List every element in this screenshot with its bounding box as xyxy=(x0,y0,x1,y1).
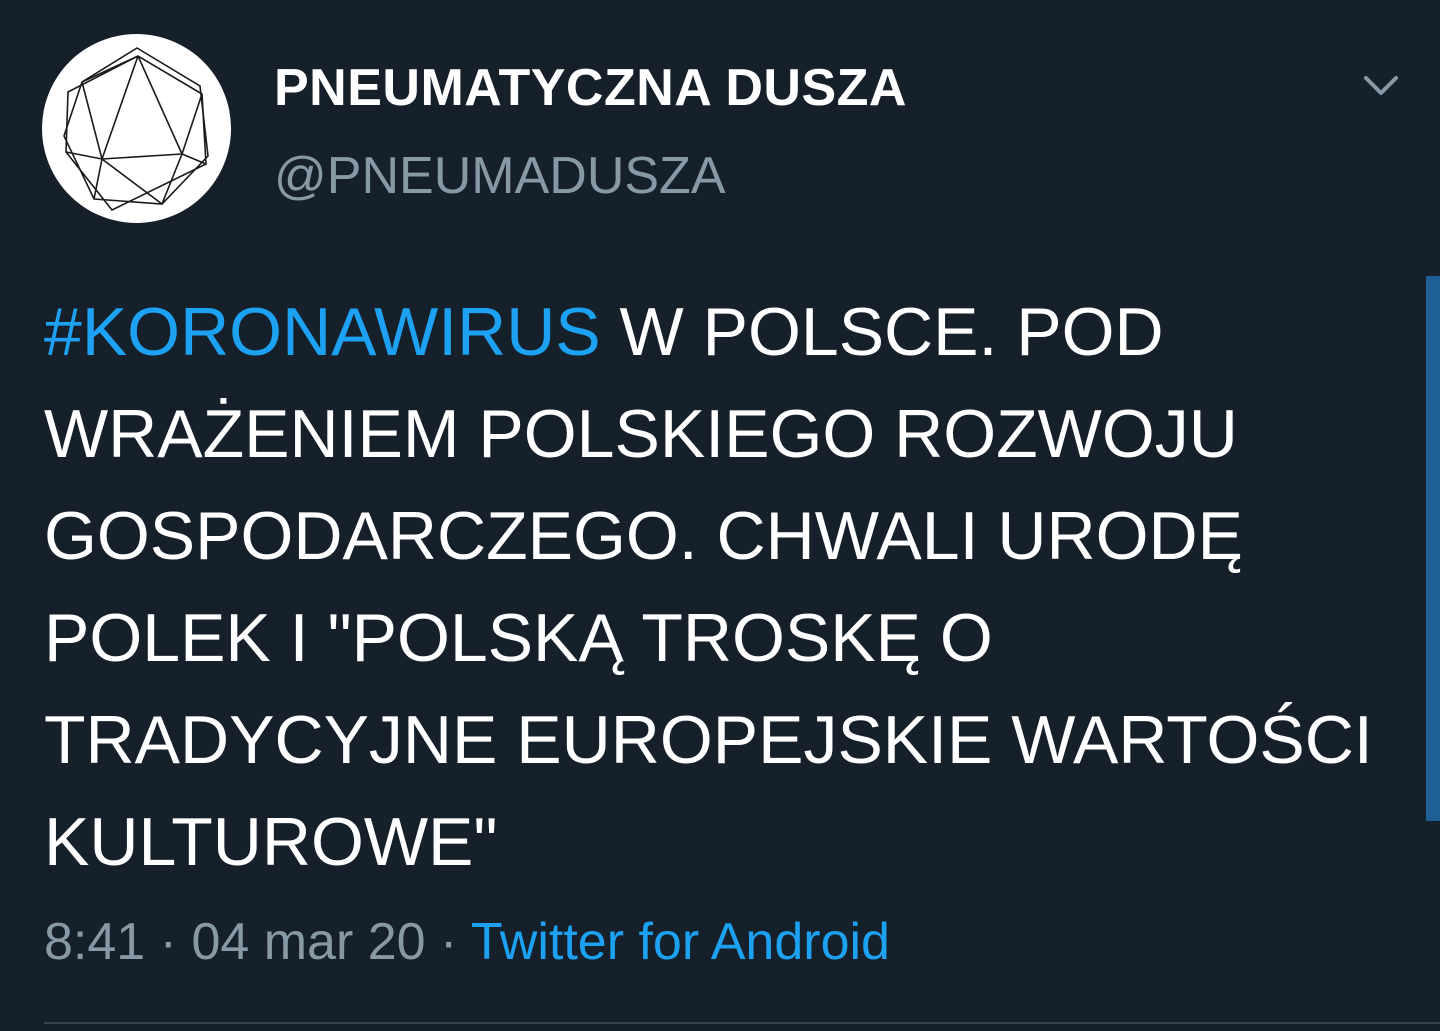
divider xyxy=(44,1022,1440,1024)
meta-separator: · xyxy=(440,913,458,971)
hashtag-link[interactable]: #KORONAWIRUS xyxy=(44,294,601,370)
tweet-body: W POLSCE. POD WRAŻENIEM POLSKIEGO ROZWOJ… xyxy=(44,294,1373,880)
chevron-down-icon[interactable] xyxy=(1358,66,1404,106)
tweet-date[interactable]: 04 mar 20 xyxy=(191,913,425,971)
tweet: PNEUMATYCZNA DUSZA @PNEUMADUSZA #KORONAW… xyxy=(0,0,1440,1031)
user-handle[interactable]: @PNEUMADUSZA xyxy=(274,146,726,206)
tweet-time: 8:41 xyxy=(44,913,146,971)
avatar[interactable] xyxy=(42,34,231,223)
source-link[interactable]: Twitter for Android xyxy=(471,913,890,971)
polyhedron-logo-icon xyxy=(63,47,209,212)
meta-separator: · xyxy=(159,913,177,971)
tweet-text: #KORONAWIRUS W POLSCE. POD WRAŻENIEM POL… xyxy=(44,281,1394,893)
scrollbar-thumb[interactable] xyxy=(1426,276,1440,821)
tweet-meta: 8:41 · 04 mar 20 · Twitter for Android xyxy=(44,912,890,972)
display-name[interactable]: PNEUMATYCZNA DUSZA xyxy=(274,58,907,118)
